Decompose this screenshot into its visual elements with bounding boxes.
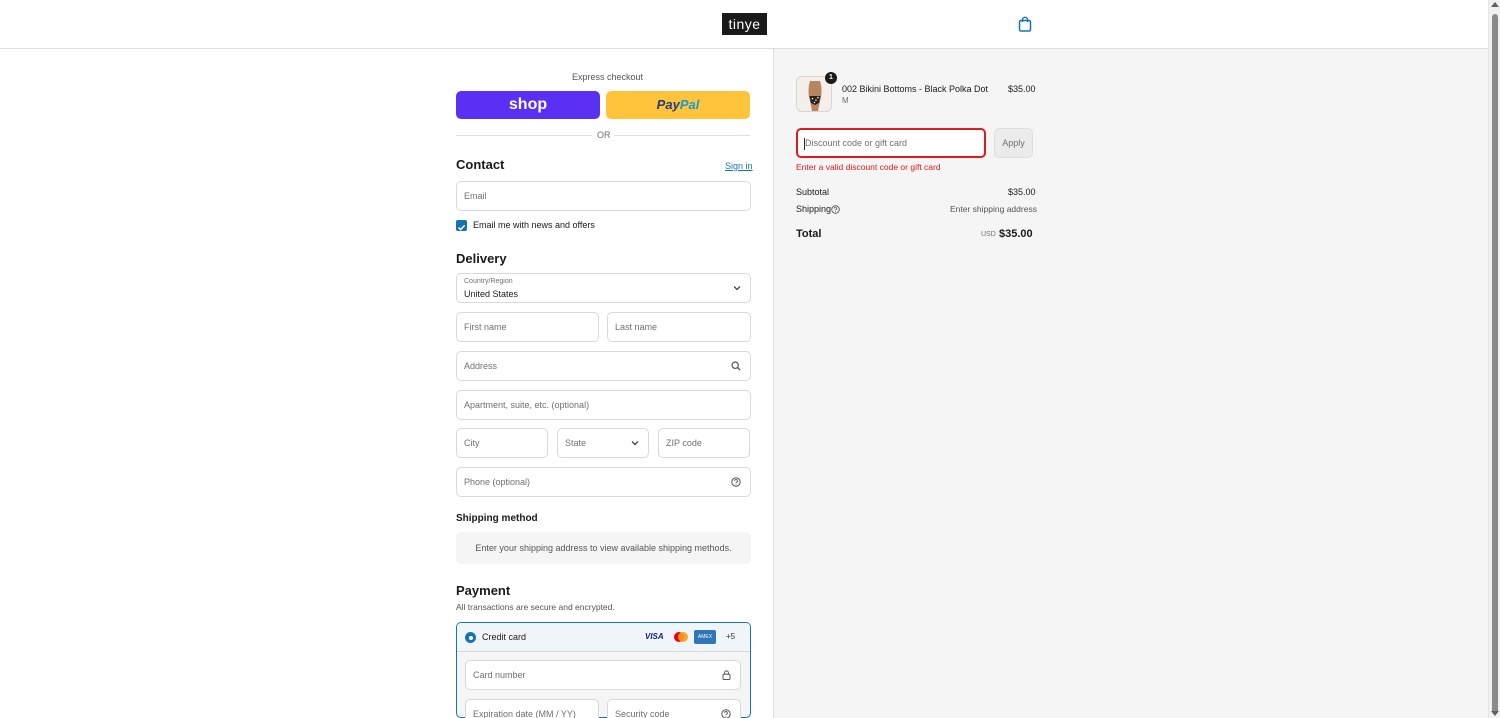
shipping-method-notice: Enter your shipping address to view avai… bbox=[456, 532, 751, 564]
visa-icon: VISA bbox=[645, 632, 664, 641]
phone-field[interactable]: Phone (optional) bbox=[456, 467, 751, 497]
email-field[interactable]: Email bbox=[456, 181, 751, 211]
product-price: $35.00 bbox=[1008, 84, 1036, 94]
scroll-down-icon[interactable] bbox=[1491, 711, 1499, 716]
payment-title: Payment bbox=[456, 583, 511, 598]
credit-card-radio[interactable] bbox=[465, 632, 476, 643]
city-field[interactable]: City bbox=[456, 428, 548, 458]
newsletter-checkbox[interactable] bbox=[456, 220, 467, 231]
security-code-placeholder: Security code bbox=[615, 709, 670, 718]
express-checkout-label: Express checkout bbox=[572, 72, 644, 82]
last-name-placeholder: Last name bbox=[615, 322, 658, 332]
first-name-placeholder: First name bbox=[464, 322, 507, 332]
subtotal-value: $35.00 bbox=[1008, 187, 1036, 197]
page-scrollbar[interactable] bbox=[1488, 0, 1500, 718]
paypal-label-pay: Pay bbox=[656, 97, 680, 112]
country-select[interactable]: Country/Region United States bbox=[456, 273, 751, 303]
chevron-down-icon bbox=[631, 441, 639, 446]
expiration-field[interactable]: Expiration date (MM / YY) bbox=[465, 699, 599, 718]
state-select[interactable]: State bbox=[557, 428, 649, 458]
country-value: United States bbox=[464, 289, 519, 299]
credit-card-label: Credit card bbox=[482, 632, 527, 642]
shipping-value: Enter shipping address bbox=[950, 204, 1037, 214]
help-icon[interactable] bbox=[721, 709, 731, 718]
card-number-placeholder: Card number bbox=[473, 670, 526, 680]
shopping-bag-icon[interactable] bbox=[1018, 16, 1032, 32]
sign-in-link[interactable]: Sign in bbox=[725, 161, 753, 171]
help-icon[interactable] bbox=[731, 477, 741, 487]
first-name-field[interactable]: First name bbox=[456, 312, 599, 342]
country-label: Country/Region bbox=[464, 278, 513, 285]
apartment-field[interactable]: Apartment, suite, etc. (optional) bbox=[456, 390, 751, 420]
divider-left bbox=[456, 135, 592, 136]
paypal-button[interactable]: PayPal bbox=[606, 91, 750, 119]
payment-subtitle: All transactions are secure and encrypte… bbox=[456, 602, 615, 612]
scroll-up-icon[interactable] bbox=[1491, 2, 1499, 7]
security-code-field[interactable]: Security code bbox=[607, 699, 741, 718]
checkmark-icon bbox=[457, 224, 466, 231]
total-label: Total bbox=[796, 228, 822, 240]
product-name: 002 Bikini Bottoms - Black Polka Dot bbox=[842, 84, 989, 94]
zip-field[interactable]: ZIP code bbox=[658, 428, 750, 458]
expiration-placeholder: Expiration date (MM / YY) bbox=[473, 709, 576, 718]
subtotal-label: Subtotal bbox=[796, 187, 830, 197]
search-icon bbox=[731, 361, 741, 371]
quantity-badge: 1 bbox=[825, 72, 837, 84]
delivery-title: Delivery bbox=[456, 251, 507, 266]
discount-error-message: Enter a valid discount code or gift card bbox=[796, 162, 941, 172]
discount-placeholder: Discount code or gift card bbox=[805, 138, 908, 148]
apartment-placeholder: Apartment, suite, etc. (optional) bbox=[464, 400, 590, 410]
amex-icon: AMEX bbox=[694, 630, 716, 644]
newsletter-label: Email me with news and offers bbox=[473, 220, 595, 230]
state-placeholder: State bbox=[565, 438, 587, 448]
total-value: $35.00 bbox=[999, 228, 1033, 240]
scroll-thumb[interactable] bbox=[1492, 14, 1498, 714]
apply-discount-button[interactable]: Apply bbox=[994, 128, 1033, 158]
card-number-field[interactable]: Card number bbox=[465, 660, 741, 690]
or-label: OR bbox=[597, 130, 611, 140]
currency-label: USD bbox=[981, 231, 996, 238]
header: tinye bbox=[0, 0, 1488, 49]
chevron-down-icon bbox=[733, 286, 741, 291]
paypal-label-pal: Pal bbox=[679, 97, 700, 112]
phone-placeholder: Phone (optional) bbox=[464, 477, 531, 487]
lock-icon bbox=[722, 670, 731, 680]
help-icon[interactable] bbox=[831, 205, 840, 214]
mastercard-icon bbox=[674, 632, 688, 642]
last-name-field[interactable]: Last name bbox=[607, 312, 751, 342]
address-placeholder: Address bbox=[464, 361, 498, 371]
shop-pay-button[interactable]: shop bbox=[456, 91, 600, 119]
zip-placeholder: ZIP code bbox=[666, 438, 702, 448]
discount-code-field[interactable]: Discount code or gift card bbox=[796, 128, 986, 158]
address-field[interactable]: Address bbox=[456, 351, 751, 381]
contact-title: Contact bbox=[456, 157, 505, 172]
product-variant: M bbox=[842, 96, 849, 105]
divider-right bbox=[614, 135, 750, 136]
email-placeholder: Email bbox=[464, 191, 487, 201]
store-logo[interactable]: tinye bbox=[722, 13, 767, 35]
more-cards-label: +5 bbox=[726, 632, 736, 641]
credit-card-option[interactable]: Credit card VISA AMEX +5 bbox=[457, 623, 750, 652]
shipping-method-title: Shipping method bbox=[456, 513, 538, 524]
city-placeholder: City bbox=[464, 438, 480, 448]
shipping-label: Shipping bbox=[796, 204, 832, 214]
